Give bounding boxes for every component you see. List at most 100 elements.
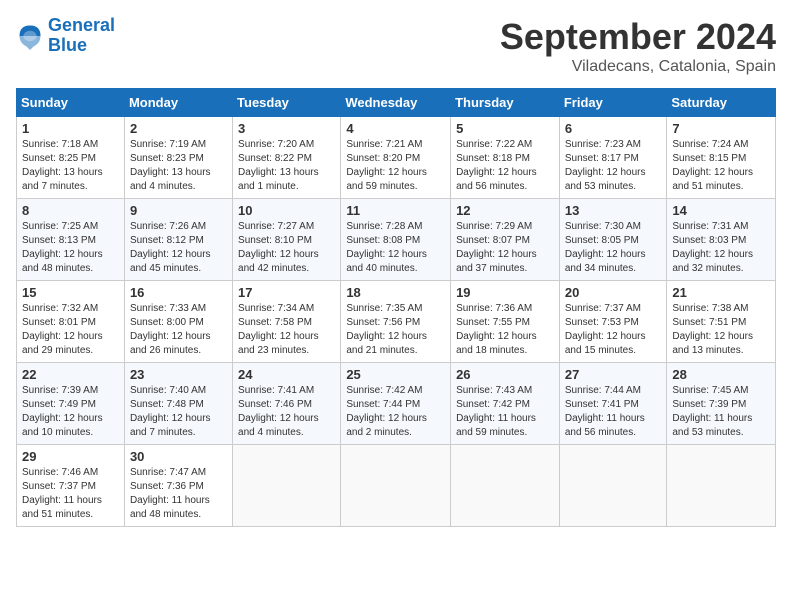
- day-number: 2: [130, 121, 227, 136]
- day-number: 21: [672, 285, 770, 300]
- table-row: 18 Sunrise: 7:35 AMSunset: 7:56 PMDayligh…: [341, 281, 451, 363]
- table-row: 8 Sunrise: 7:25 AMSunset: 8:13 PMDaylight…: [17, 199, 125, 281]
- day-info: Sunrise: 7:44 AMSunset: 7:41 PMDaylight:…: [565, 384, 662, 440]
- day-number: 9: [130, 203, 227, 218]
- day-info: Sunrise: 7:45 AMSunset: 7:39 PMDaylight:…: [672, 384, 770, 440]
- table-row: 11 Sunrise: 7:28 AMSunset: 8:08 PMDayligh…: [341, 199, 451, 281]
- calendar-header-row: Sunday Monday Tuesday Wednesday Thursday…: [17, 89, 776, 117]
- logo: General Blue: [16, 16, 115, 56]
- day-number: 13: [565, 203, 662, 218]
- day-number: 25: [346, 367, 445, 382]
- calendar-body: 1 Sunrise: 7:18 AMSunset: 8:25 PMDaylight…: [17, 117, 776, 527]
- col-thursday: Thursday: [451, 89, 560, 117]
- day-number: 28: [672, 367, 770, 382]
- table-row: [559, 445, 667, 527]
- day-number: 23: [130, 367, 227, 382]
- day-info: Sunrise: 7:34 AMSunset: 7:58 PMDaylight:…: [238, 302, 335, 358]
- logo-text: General Blue: [48, 16, 115, 56]
- col-monday: Monday: [124, 89, 232, 117]
- calendar-week-row: 8 Sunrise: 7:25 AMSunset: 8:13 PMDaylight…: [17, 199, 776, 281]
- day-info: Sunrise: 7:43 AMSunset: 7:42 PMDaylight:…: [456, 384, 554, 440]
- day-info: Sunrise: 7:24 AMSunset: 8:15 PMDaylight:…: [672, 138, 770, 194]
- day-number: 11: [346, 203, 445, 218]
- table-row: 1 Sunrise: 7:18 AMSunset: 8:25 PMDaylight…: [17, 117, 125, 199]
- day-number: 3: [238, 121, 335, 136]
- day-number: 22: [22, 367, 119, 382]
- day-number: 29: [22, 449, 119, 464]
- day-info: Sunrise: 7:21 AMSunset: 8:20 PMDaylight:…: [346, 138, 445, 194]
- table-row: 19 Sunrise: 7:36 AMSunset: 7:55 PMDayligh…: [451, 281, 560, 363]
- table-row: 17Sunrise: 7:34 AMSunset: 7:58 PMDayligh…: [233, 281, 341, 363]
- day-number: 7: [672, 121, 770, 136]
- day-number: 15: [22, 285, 119, 300]
- table-row: 6Sunrise: 7:23 AMSunset: 8:17 PMDaylight…: [559, 117, 667, 199]
- table-row: 27Sunrise: 7:44 AMSunset: 7:41 PMDayligh…: [559, 363, 667, 445]
- col-sunday: Sunday: [17, 89, 125, 117]
- calendar-week-row: 1 Sunrise: 7:18 AMSunset: 8:25 PMDaylight…: [17, 117, 776, 199]
- table-row: 25 Sunrise: 7:42 AMSunset: 7:44 PMDayligh…: [341, 363, 451, 445]
- day-info: Sunrise: 7:35 AMSunset: 7:56 PMDaylight:…: [346, 302, 445, 358]
- day-number: 14: [672, 203, 770, 218]
- table-row: 26 Sunrise: 7:43 AMSunset: 7:42 PMDayligh…: [451, 363, 560, 445]
- calendar-week-row: 29 Sunrise: 7:46 AMSunset: 7:37 PMDayligh…: [17, 445, 776, 527]
- day-number: 24: [238, 367, 335, 382]
- table-row: 14Sunrise: 7:31 AMSunset: 8:03 PMDayligh…: [667, 199, 776, 281]
- day-info: Sunrise: 7:20 AMSunset: 8:22 PMDaylight:…: [238, 138, 335, 194]
- day-info: Sunrise: 7:41 AMSunset: 7:46 PMDaylight:…: [238, 384, 335, 440]
- col-tuesday: Tuesday: [233, 89, 341, 117]
- day-number: 26: [456, 367, 554, 382]
- day-number: 1: [22, 121, 119, 136]
- table-row: 7 Sunrise: 7:24 AMSunset: 8:15 PMDaylight…: [667, 117, 776, 199]
- table-row: 4 Sunrise: 7:21 AMSunset: 8:20 PMDaylight…: [341, 117, 451, 199]
- table-row: 12 Sunrise: 7:29 AMSunset: 8:07 PMDayligh…: [451, 199, 560, 281]
- day-number: 8: [22, 203, 119, 218]
- page-header: General Blue September 2024 Viladecans, …: [16, 16, 776, 76]
- logo-icon: [16, 22, 44, 50]
- table-row: 13 Sunrise: 7:30 AMSunset: 8:05 PMDayligh…: [559, 199, 667, 281]
- month-title: September 2024: [500, 16, 776, 58]
- calendar-week-row: 15Sunrise: 7:32 AMSunset: 8:01 PMDayligh…: [17, 281, 776, 363]
- table-row: 21 Sunrise: 7:38 AMSunset: 7:51 PMDayligh…: [667, 281, 776, 363]
- day-info: Sunrise: 7:19 AMSunset: 8:23 PMDaylight:…: [130, 138, 227, 194]
- day-info: Sunrise: 7:39 AMSunset: 7:49 PMDaylight:…: [22, 384, 119, 440]
- table-row: 22 Sunrise: 7:39 AMSunset: 7:49 PMDayligh…: [17, 363, 125, 445]
- day-number: 6: [565, 121, 662, 136]
- day-info: Sunrise: 7:28 AMSunset: 8:08 PMDaylight:…: [346, 220, 445, 276]
- title-block: September 2024 Viladecans, Catalonia, Sp…: [500, 16, 776, 76]
- day-info: Sunrise: 7:25 AMSunset: 8:13 PMDaylight:…: [22, 220, 119, 276]
- col-saturday: Saturday: [667, 89, 776, 117]
- day-info: Sunrise: 7:22 AMSunset: 8:18 PMDaylight:…: [456, 138, 554, 194]
- day-info: Sunrise: 7:30 AMSunset: 8:05 PMDaylight:…: [565, 220, 662, 276]
- col-wednesday: Wednesday: [341, 89, 451, 117]
- table-row: 29 Sunrise: 7:46 AMSunset: 7:37 PMDayligh…: [17, 445, 125, 527]
- table-row: [233, 445, 341, 527]
- location-subtitle: Viladecans, Catalonia, Spain: [500, 58, 776, 76]
- day-info: Sunrise: 7:29 AMSunset: 8:07 PMDaylight:…: [456, 220, 554, 276]
- day-number: 19: [456, 285, 554, 300]
- table-row: 30Sunrise: 7:47 AMSunset: 7:36 PMDayligh…: [124, 445, 232, 527]
- day-number: 18: [346, 285, 445, 300]
- day-info: Sunrise: 7:46 AMSunset: 7:37 PMDaylight:…: [22, 466, 119, 522]
- day-number: 16: [130, 285, 227, 300]
- table-row: 20Sunrise: 7:37 AMSunset: 7:53 PMDayligh…: [559, 281, 667, 363]
- day-info: Sunrise: 7:38 AMSunset: 7:51 PMDaylight:…: [672, 302, 770, 358]
- day-info: Sunrise: 7:36 AMSunset: 7:55 PMDaylight:…: [456, 302, 554, 358]
- table-row: 16 Sunrise: 7:33 AMSunset: 8:00 PMDayligh…: [124, 281, 232, 363]
- table-row: [667, 445, 776, 527]
- day-info: Sunrise: 7:33 AMSunset: 8:00 PMDaylight:…: [130, 302, 227, 358]
- table-row: 28 Sunrise: 7:45 AMSunset: 7:39 PMDayligh…: [667, 363, 776, 445]
- day-info: Sunrise: 7:47 AMSunset: 7:36 PMDaylight:…: [130, 466, 227, 522]
- day-info: Sunrise: 7:40 AMSunset: 7:48 PMDaylight:…: [130, 384, 227, 440]
- day-number: 12: [456, 203, 554, 218]
- col-friday: Friday: [559, 89, 667, 117]
- day-info: Sunrise: 7:18 AMSunset: 8:25 PMDaylight:…: [22, 138, 119, 194]
- table-row: 24 Sunrise: 7:41 AMSunset: 7:46 PMDayligh…: [233, 363, 341, 445]
- day-info: Sunrise: 7:42 AMSunset: 7:44 PMDaylight:…: [346, 384, 445, 440]
- table-row: 10Sunrise: 7:27 AMSunset: 8:10 PMDayligh…: [233, 199, 341, 281]
- day-number: 5: [456, 121, 554, 136]
- day-info: Sunrise: 7:26 AMSunset: 8:12 PMDaylight:…: [130, 220, 227, 276]
- table-row: 5 Sunrise: 7:22 AMSunset: 8:18 PMDaylight…: [451, 117, 560, 199]
- day-number: 20: [565, 285, 662, 300]
- day-number: 4: [346, 121, 445, 136]
- table-row: 3 Sunrise: 7:20 AMSunset: 8:22 PMDaylight…: [233, 117, 341, 199]
